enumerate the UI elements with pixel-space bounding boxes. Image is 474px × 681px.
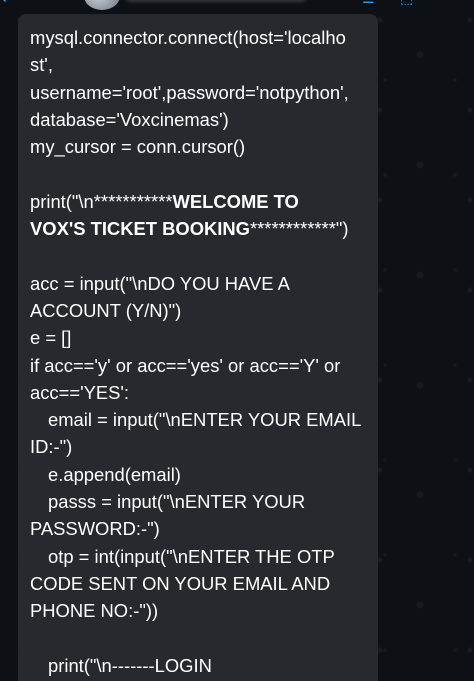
chat-title[interactable] <box>126 0 306 2</box>
code-line: VOX'S TICKET BOOKING************") <box>30 215 366 242</box>
code-line: CODE SENT ON YOUR EMAIL AND <box>30 572 331 594</box>
code-line: if acc=='y' or acc=='yes' or acc=='Y' or <box>30 354 341 376</box>
chat-screen: ‹ ☰ ⬚ mysql.connector.connect(host='loca… <box>0 0 474 681</box>
code-line: e.append(email) <box>48 463 181 485</box>
call-icon[interactable]: ⬚ <box>400 0 416 6</box>
code-line: ACCOUNT (Y/N)") <box>30 299 182 321</box>
menu-icon[interactable]: ☰ <box>362 0 378 6</box>
code-line: PHONE NO:-")) <box>30 600 159 622</box>
code-line: PASSWORD:-") <box>30 518 160 540</box>
code-line: mysql.connector.connect(host='localho <box>30 27 346 48</box>
code-line: st', <box>30 54 53 76</box>
code-line: database='Voxcinemas') <box>30 108 229 130</box>
code-line: my_cursor = conn.cursor() <box>30 136 246 158</box>
code-line: ID:-") <box>30 436 73 458</box>
code-line: print("\n-------LOGIN <box>48 654 212 676</box>
code-line: otp = int(input("\nENTER THE OTP <box>48 545 335 567</box>
code-line: acc=='YES': <box>30 381 130 403</box>
code-line: e = [] <box>30 327 72 349</box>
chevron-left-icon[interactable]: ‹ <box>0 0 20 7</box>
code-line: email = input("\nENTER YOUR EMAIL <box>48 409 362 431</box>
avatar[interactable] <box>84 0 120 10</box>
bold-fragment: WELCOME TO <box>172 190 299 212</box>
code-line: print("\n***********WELCOME TO <box>30 188 366 215</box>
code-fragment: ************") <box>249 218 349 240</box>
code-line: passs = input("\nENTER YOUR <box>48 491 306 513</box>
code-fragment: print("\n*********** <box>30 190 173 212</box>
chat-header: ‹ ☰ ⬚ <box>0 0 474 12</box>
code-line: username='root',password='notpython', <box>30 81 349 103</box>
code-line: acc = input("\nDO YOU HAVE A <box>30 272 290 294</box>
bold-fragment: VOX'S TICKET BOOKING <box>30 218 250 240</box>
message-text: mysql.connector.connect(host='localho st… <box>30 24 366 679</box>
